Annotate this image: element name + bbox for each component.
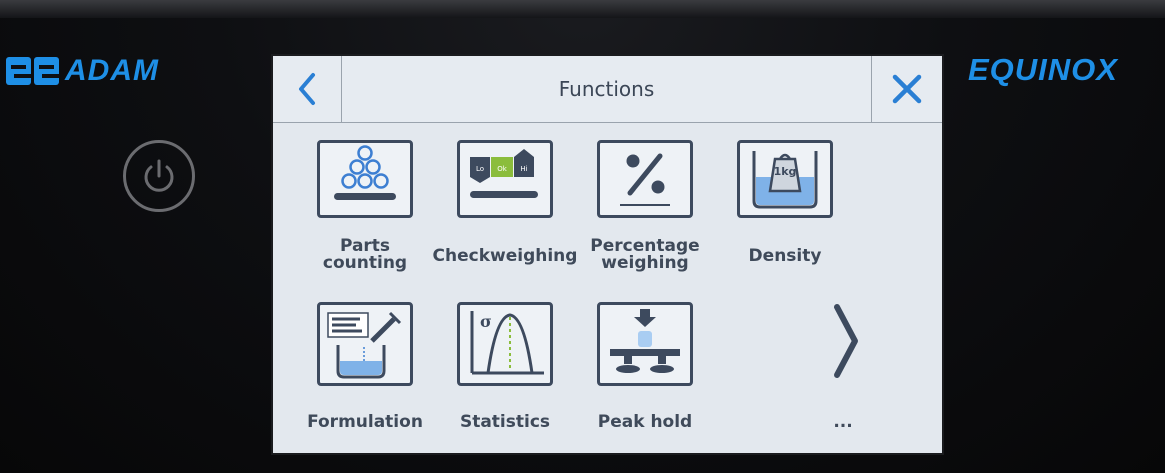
tile-label: Formulation	[307, 412, 423, 432]
more-functions-label[interactable]: ...	[793, 412, 893, 432]
checkweighing-icon: Lo Ok Hi	[457, 140, 553, 218]
power-button[interactable]	[123, 140, 195, 212]
chevron-left-icon	[299, 73, 315, 105]
tile-label: Parts counting	[322, 236, 408, 273]
page-title: Functions	[558, 77, 655, 101]
formulation-icon	[317, 302, 413, 386]
brand-name: ADAM	[65, 54, 159, 87]
tile-label: Density	[748, 246, 822, 266]
tile-label: Percentage weighing	[590, 236, 700, 273]
close-button[interactable]	[871, 56, 942, 122]
tile-label: Statistics	[459, 412, 551, 432]
tile-label: Checkweighing	[432, 246, 578, 266]
svg-text:Ok: Ok	[497, 165, 508, 173]
back-button[interactable]	[273, 56, 342, 122]
next-page-button[interactable]	[818, 296, 873, 386]
svg-text:Lo: Lo	[476, 165, 484, 173]
close-icon	[892, 74, 922, 104]
density-icon: 1kg	[737, 140, 833, 218]
svg-text:σ: σ	[480, 312, 492, 331]
ae-logo-icon	[6, 57, 59, 85]
tile-label: Peak hold	[597, 412, 693, 432]
model-name: EQUINOX	[968, 52, 1118, 87]
balance-device: ADAM EQUINOX Functions Parts counting Lo…	[0, 0, 1165, 473]
touch-screen: Functions Parts counting Lo Ok Hi Checkw…	[273, 56, 942, 453]
percentage-icon	[597, 140, 693, 218]
chevron-right-icon	[833, 304, 858, 378]
parts-counting-icon	[317, 140, 413, 218]
title-bar: Functions	[273, 56, 942, 123]
statistics-icon: σ	[457, 302, 553, 386]
power-icon	[144, 159, 174, 192]
peak-hold-icon	[597, 302, 693, 386]
adam-logo: ADAM	[6, 53, 159, 89]
svg-text:Hi: Hi	[520, 165, 527, 173]
svg-text:1kg: 1kg	[774, 165, 797, 178]
